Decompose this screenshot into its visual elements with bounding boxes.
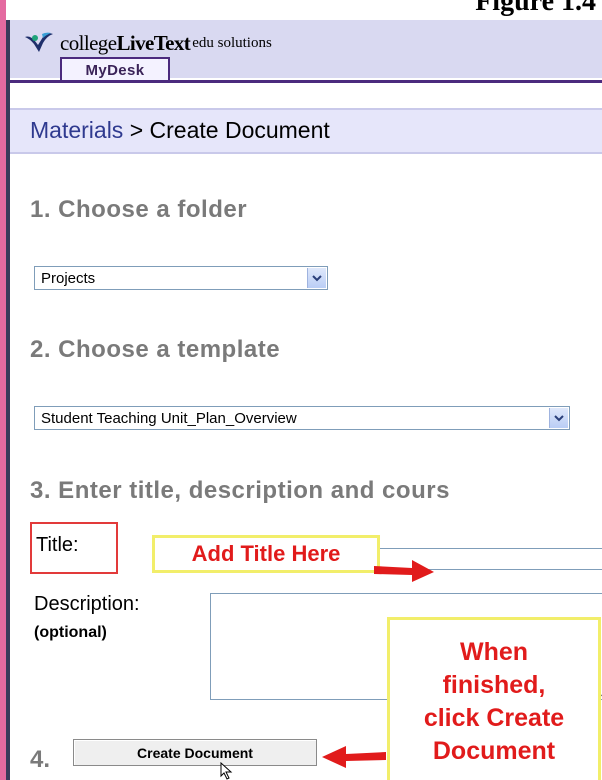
breadcrumb-current: Create Document (149, 117, 330, 143)
arrow-left-icon (322, 746, 386, 768)
create-document-button[interactable]: Create Document (73, 739, 317, 766)
figure-caption: Figure 1.4 (475, 0, 596, 17)
template-select[interactable]: Student Teaching Unit_Plan_Overview (34, 406, 570, 430)
arrow-right-icon (374, 560, 434, 582)
title-label: Title: (36, 534, 79, 556)
description-label: Description: (34, 593, 140, 615)
folder-select-value: Projects (41, 270, 96, 287)
finish-note: When finished, click Create Document (387, 617, 601, 780)
template-select-value: Student Teaching Unit_Plan_Overview (41, 410, 297, 427)
optional-label: (optional) (34, 624, 107, 641)
brand-name-bold: LiveText (116, 30, 191, 55)
step-create-number: 4. (30, 746, 51, 773)
breadcrumb: Materials > Create Document (30, 117, 330, 144)
add-title-note: Add Title Here (152, 535, 380, 573)
chevron-down-icon[interactable] (549, 408, 568, 428)
step-folder-heading: 1. Choose a folder (30, 196, 248, 223)
brand: collegeLiveText edu solutions (24, 28, 272, 58)
step-template-heading: 2. Choose a template (30, 336, 281, 363)
step-details-heading: 3. Enter title, description and cours (30, 477, 450, 504)
brand-name-light: college (60, 30, 117, 55)
bird-logo-icon (25, 32, 53, 52)
tab-mydesk[interactable]: MyDesk (60, 57, 170, 81)
brand-tagline: edu solutions (192, 34, 272, 51)
app-window: collegeLiveText edu solutions MyDesk Mat… (10, 20, 602, 780)
mouse-pointer-icon (220, 762, 233, 780)
breadcrumb-materials-link[interactable]: Materials (30, 117, 123, 143)
chevron-down-icon[interactable] (307, 268, 326, 288)
breadcrumb-separator: > (129, 117, 144, 143)
brand-name: collegeLiveText (60, 30, 191, 56)
folder-select[interactable]: Projects (34, 266, 328, 290)
tab-underline (10, 80, 602, 83)
